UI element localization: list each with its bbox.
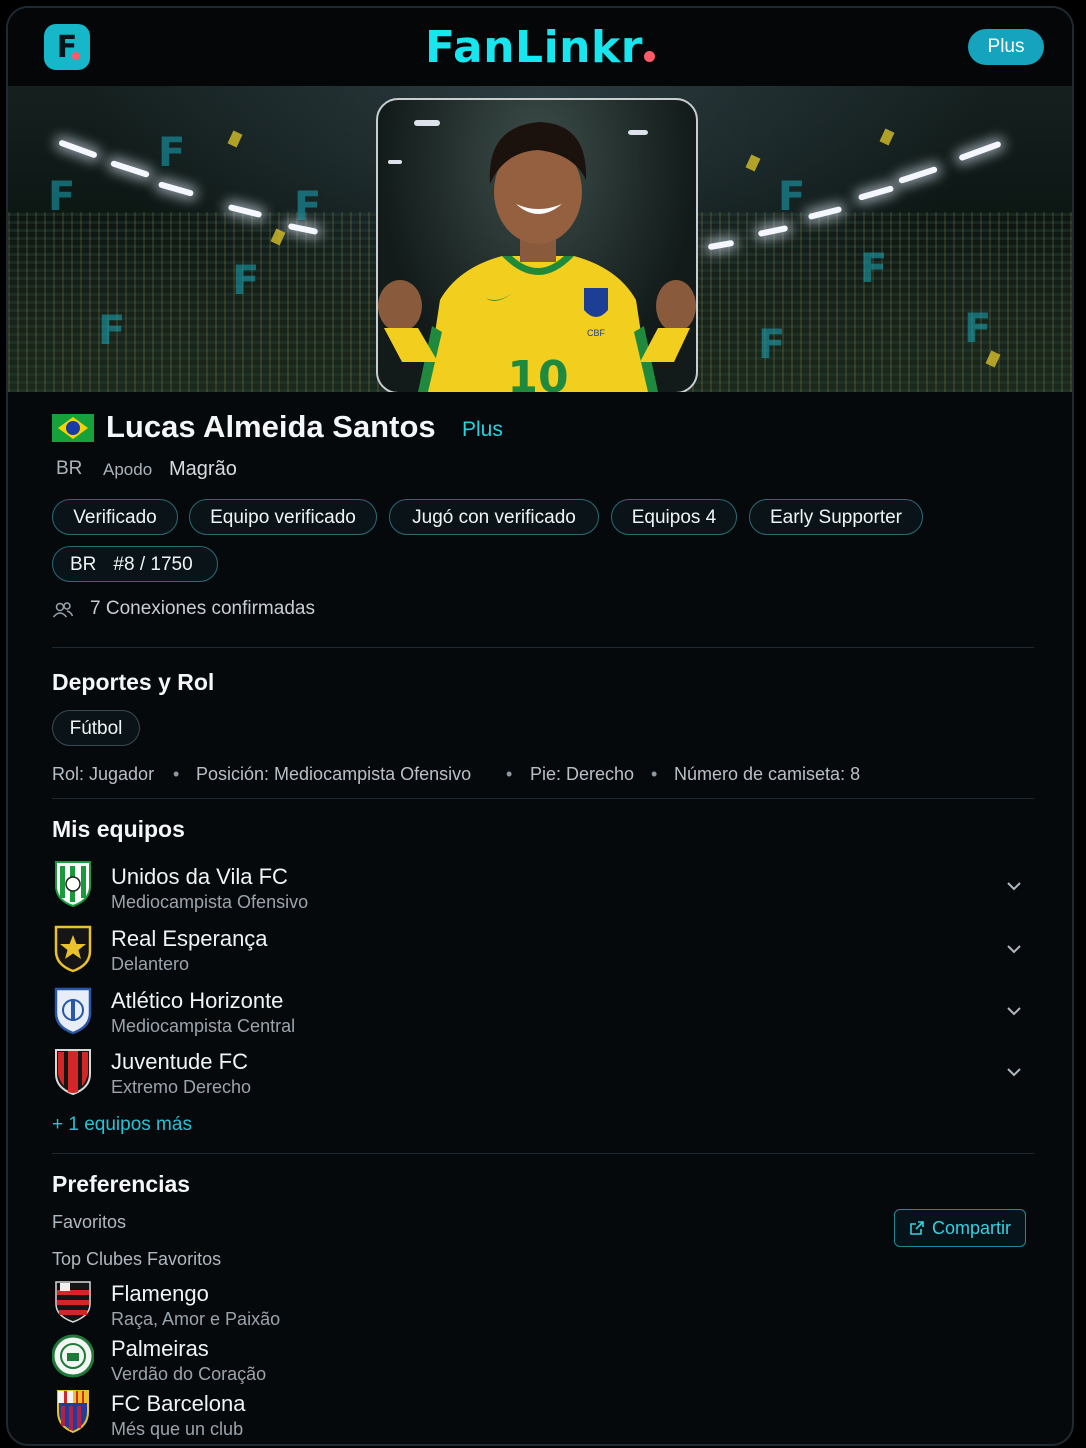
team-role: Mediocampista Central <box>111 1016 296 1036</box>
team-role: Delantero <box>111 954 190 974</box>
nickname-label: Apodo <box>103 460 153 479</box>
more-teams-link[interactable]: + 1 equipos más <box>52 1114 192 1136</box>
team-crest-icon <box>54 925 92 973</box>
watermark-f-icon: F <box>294 184 322 230</box>
app-frame: F FanLinkr Plus F F F F F F F F F CBF 10… <box>6 6 1074 1446</box>
chevron-down-icon[interactable] <box>1005 943 1023 955</box>
player-photo-illustration: CBF 10 <box>378 120 696 392</box>
country-code: BR <box>56 458 83 479</box>
profile-name: Lucas Almeida Santos <box>106 409 436 444</box>
team-role: Mediocampista Ofensivo <box>111 892 309 912</box>
badge-early-supporter[interactable]: Early Supporter <box>749 499 923 535</box>
club-tagline: Més que un club <box>111 1419 244 1439</box>
club-tagline: Raça, Amor e Paixão <box>111 1309 281 1329</box>
badge-jugo-con-verificado[interactable]: Jugó con verificado <box>389 499 599 535</box>
shirt-number-text: Número de camiseta: 8 <box>674 764 861 784</box>
club-name[interactable]: Palmeiras <box>111 1336 209 1362</box>
badge-verificado[interactable]: Verificado <box>52 499 178 535</box>
brazil-flag-icon <box>52 414 94 442</box>
share-button[interactable]: Compartir <box>894 1209 1026 1247</box>
plus-button[interactable]: Plus <box>968 29 1044 65</box>
divider <box>52 798 1034 799</box>
brand-wordmark-text: FanLinkr <box>425 22 643 73</box>
ranking-chip[interactable]: BR #8 / 1750 <box>52 546 218 582</box>
share-button-label: Compartir <box>931 1217 1011 1238</box>
connections-count[interactable]: 7 Conexiones confirmadas <box>90 598 315 620</box>
team-crest-icon <box>54 987 92 1035</box>
watermark-f-icon: F <box>232 258 260 304</box>
watermark-f-icon: F <box>48 174 76 220</box>
users-icon <box>52 602 74 618</box>
team-name[interactable]: Juventude FC <box>111 1049 248 1075</box>
ranking-country: BR <box>70 554 97 575</box>
watermark-f-icon: F <box>158 130 186 176</box>
club-crest-icon <box>52 1334 94 1378</box>
club-crest-icon <box>55 1281 91 1323</box>
foot-text: Pie: Derecho <box>530 764 635 784</box>
badge-equipos[interactable]: Equipos 4 <box>611 499 737 535</box>
club-name[interactable]: Flamengo <box>111 1281 209 1307</box>
preferences-section-title: Preferencias <box>52 1171 191 1197</box>
top-clubs-label: Top Clubes Favoritos <box>52 1249 222 1269</box>
watermark-f-icon: F <box>964 306 992 352</box>
chevron-down-icon[interactable] <box>1005 1005 1023 1017</box>
team-name[interactable]: Real Esperança <box>111 926 268 952</box>
divider <box>52 1153 1034 1154</box>
brand-wordmark[interactable]: FanLinkr <box>8 22 1072 73</box>
favorites-label: Favoritos <box>52 1212 127 1232</box>
stadium-banner: F F F F F F F F F CBF 10 <box>8 86 1072 392</box>
plus-tier-label: Plus <box>462 418 503 441</box>
sports-section-title: Deportes y Rol <box>52 669 215 695</box>
team-crest-icon <box>55 1049 91 1096</box>
badge-equipo-verificado[interactable]: Equipo verificado <box>189 499 377 535</box>
meta-separator: • <box>173 764 180 784</box>
team-name[interactable]: Unidos da Vila FC <box>111 864 288 890</box>
position-text: Posición: Mediocampista Ofensivo <box>196 764 472 784</box>
watermark-f-icon: F <box>98 308 126 354</box>
club-crest-icon <box>57 1390 89 1434</box>
meta-separator: • <box>506 764 513 784</box>
watermark-f-icon: F <box>778 174 806 220</box>
watermark-f-icon: F <box>860 246 888 292</box>
sport-chip-futbol[interactable]: Fútbol <box>52 710 140 746</box>
jersey-crest-text: CBF <box>587 328 606 338</box>
club-name[interactable]: FC Barcelona <box>111 1391 246 1417</box>
jersey-number: 10 <box>507 352 568 392</box>
top-bar: F FanLinkr Plus <box>8 8 1072 86</box>
team-name[interactable]: Atlético Horizonte <box>111 988 283 1014</box>
watermark-f-icon: F <box>758 322 786 368</box>
chevron-down-icon[interactable] <box>1005 1066 1023 1078</box>
player-avatar[interactable]: CBF 10 <box>376 98 698 392</box>
nickname-value: Magrão <box>169 458 237 480</box>
team-crest-icon <box>55 861 91 908</box>
divider <box>52 647 1034 648</box>
chevron-down-icon[interactable] <box>1005 880 1023 892</box>
role-text: Rol: Jugador <box>52 764 155 784</box>
external-link-icon <box>910 1221 924 1235</box>
ranking-position: #8 / 1750 <box>113 554 193 575</box>
teams-section-title: Mis equipos <box>52 816 185 842</box>
meta-separator: • <box>651 764 658 784</box>
team-role: Extremo Derecho <box>111 1077 252 1097</box>
club-tagline: Verdão do Coração <box>111 1364 267 1384</box>
